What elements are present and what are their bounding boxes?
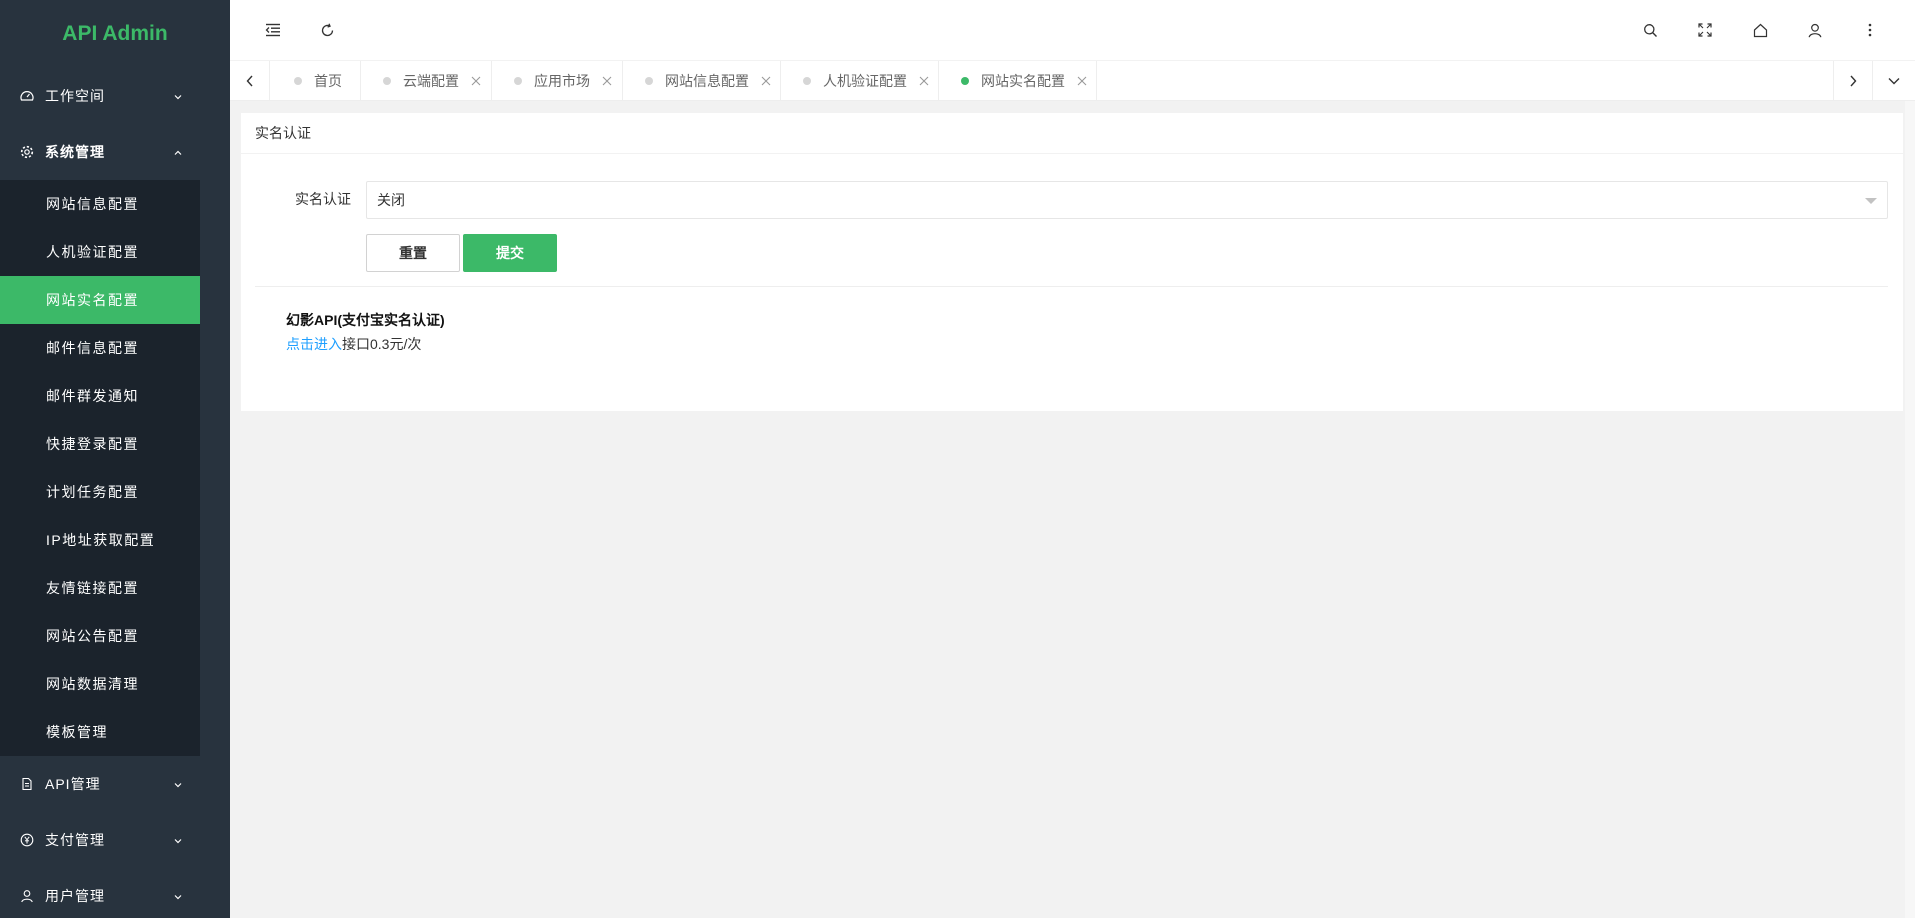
sidebar-group-label: 支付管理 bbox=[45, 832, 105, 848]
close-icon[interactable] bbox=[761, 76, 771, 86]
sidebar-item-mail-broadcast[interactable]: 邮件群发通知 bbox=[0, 372, 200, 420]
menu-fold-icon[interactable] bbox=[261, 18, 285, 42]
tab-captcha-config[interactable]: 人机验证配置 bbox=[781, 61, 939, 101]
sidebar-group-workspace: 工作空间 bbox=[0, 68, 230, 124]
chevron-down-icon bbox=[1888, 78, 1900, 85]
tab-status-dot bbox=[645, 77, 653, 85]
close-icon[interactable] bbox=[602, 76, 612, 86]
api-price-text: 接口0.3元/次 bbox=[342, 336, 422, 352]
tab-label: 人机验证配置 bbox=[823, 73, 907, 89]
sidebar-group-label: 工作空间 bbox=[45, 88, 105, 104]
sidebar-group-api-header[interactable]: API管理 bbox=[0, 756, 230, 812]
app-logo[interactable]: API Admin bbox=[0, 0, 230, 68]
realname-select[interactable]: 关闭 bbox=[366, 181, 1888, 219]
sidebar-item-captcha[interactable]: 人机验证配置 bbox=[0, 228, 200, 276]
tab-site-info-config[interactable]: 网站信息配置 bbox=[623, 61, 781, 101]
chevron-right-icon bbox=[1850, 75, 1857, 87]
tabs-scroll-right-button[interactable] bbox=[1833, 61, 1873, 101]
tabs-scroll-left-button[interactable] bbox=[230, 61, 270, 101]
document-icon bbox=[20, 777, 34, 791]
divider bbox=[255, 286, 1888, 287]
tab-label: 首页 bbox=[314, 73, 342, 89]
api-provider-link[interactable]: 点击进入 bbox=[286, 336, 342, 352]
tab-label: 云端配置 bbox=[403, 73, 459, 89]
sidebar-item-friend-links[interactable]: 友情链接配置 bbox=[0, 564, 200, 612]
submit-button[interactable]: 提交 bbox=[463, 234, 557, 272]
close-icon[interactable] bbox=[1077, 76, 1087, 86]
chevron-down-icon bbox=[172, 90, 184, 102]
tab-home[interactable]: 首页 bbox=[271, 61, 361, 101]
tab-cloud-config[interactable]: 云端配置 bbox=[361, 61, 492, 101]
realname-field-label: 实名认证 bbox=[295, 191, 351, 207]
sidebar-group-system: 系统管理 网站信息配置 人机验证配置 网站实名配置 邮件信息配置 邮件群发通知 … bbox=[0, 124, 230, 756]
sidebar-item-realname[interactable]: 网站实名配置 bbox=[0, 276, 200, 324]
sidebar-item-ip-lookup[interactable]: IP地址获取配置 bbox=[0, 516, 200, 564]
tabs-menu-button[interactable] bbox=[1874, 61, 1914, 101]
sidebar-item-quick-login[interactable]: 快捷登录配置 bbox=[0, 420, 200, 468]
tab-realname-config[interactable]: 网站实名配置 bbox=[939, 61, 1097, 101]
chevron-down-icon bbox=[172, 834, 184, 846]
refresh-icon[interactable] bbox=[315, 18, 339, 42]
user-profile-icon[interactable] bbox=[1803, 18, 1827, 42]
sidebar-group-label: 系统管理 bbox=[45, 144, 105, 160]
sidebar-item-cron[interactable]: 计划任务配置 bbox=[0, 468, 200, 516]
gear-icon bbox=[20, 145, 34, 159]
sidebar-group-label: 用户管理 bbox=[45, 888, 105, 904]
tab-status-dot bbox=[514, 77, 522, 85]
tab-label: 应用市场 bbox=[534, 73, 590, 89]
tab-status-dot bbox=[383, 77, 391, 85]
sidebar-item-templates[interactable]: 模板管理 bbox=[0, 708, 200, 756]
caret-down-icon bbox=[1865, 198, 1877, 204]
chevron-down-icon bbox=[172, 778, 184, 790]
more-icon[interactable] bbox=[1858, 18, 1882, 42]
sidebar-group-system-header[interactable]: 系统管理 bbox=[0, 124, 230, 180]
close-icon[interactable] bbox=[471, 76, 481, 86]
chevron-down-icon bbox=[172, 890, 184, 902]
sidebar-item-mail-info[interactable]: 邮件信息配置 bbox=[0, 324, 200, 372]
reset-button[interactable]: 重置 bbox=[366, 234, 460, 272]
tab-label: 网站实名配置 bbox=[981, 73, 1065, 89]
user-icon bbox=[20, 889, 34, 903]
tab-status-dot bbox=[803, 77, 811, 85]
close-icon[interactable] bbox=[919, 76, 929, 86]
search-icon[interactable] bbox=[1638, 18, 1662, 42]
sidebar: API Admin 工作空间 系统管理 网站信息配置 人机验证配置 网站实名配置… bbox=[0, 0, 230, 918]
chevron-up-icon bbox=[172, 146, 184, 158]
sidebar-group-api: API管理 bbox=[0, 756, 230, 812]
sidebar-group-payment-header[interactable]: 支付管理 bbox=[0, 812, 230, 868]
dashboard-icon bbox=[20, 89, 34, 103]
tab-status-dot bbox=[294, 77, 302, 85]
select-value: 关闭 bbox=[377, 192, 405, 208]
sidebar-item-site-info[interactable]: 网站信息配置 bbox=[0, 180, 200, 228]
home-icon[interactable] bbox=[1748, 18, 1772, 42]
card-title: 实名认证 bbox=[241, 113, 1903, 154]
sidebar-item-announcement[interactable]: 网站公告配置 bbox=[0, 612, 200, 660]
tabs-strip: 首页 云端配置 应用市场 网站信息配置 人机验证配置 网站实名配置 bbox=[230, 61, 1915, 101]
page-scrollbar[interactable] bbox=[1905, 101, 1915, 918]
system-submenu: 网站信息配置 人机验证配置 网站实名配置 邮件信息配置 邮件群发通知 快捷登录配… bbox=[0, 180, 200, 756]
fullscreen-icon[interactable] bbox=[1693, 18, 1717, 42]
api-provider-title: 幻影API(支付宝实名认证) bbox=[286, 312, 445, 328]
api-provider-line: 点击进入接口0.3元/次 bbox=[286, 334, 421, 354]
yen-icon bbox=[20, 833, 34, 847]
sidebar-item-data-cleanup[interactable]: 网站数据清理 bbox=[0, 660, 200, 708]
top-header bbox=[230, 0, 1915, 60]
tab-status-dot bbox=[961, 77, 969, 85]
tab-app-market[interactable]: 应用市场 bbox=[492, 61, 623, 101]
realname-card: 实名认证 实名认证 关闭 重置 提交 幻影API(支付宝实名认证) 点击进入接口… bbox=[241, 113, 1903, 411]
sidebar-group-users: 用户管理 bbox=[0, 868, 230, 918]
sidebar-group-workspace-header[interactable]: 工作空间 bbox=[0, 68, 230, 124]
sidebar-group-users-header[interactable]: 用户管理 bbox=[0, 868, 230, 918]
tab-label: 网站信息配置 bbox=[665, 73, 749, 89]
sidebar-group-label: API管理 bbox=[45, 776, 101, 792]
chevron-left-icon bbox=[246, 75, 253, 87]
sidebar-group-payment: 支付管理 bbox=[0, 812, 230, 868]
